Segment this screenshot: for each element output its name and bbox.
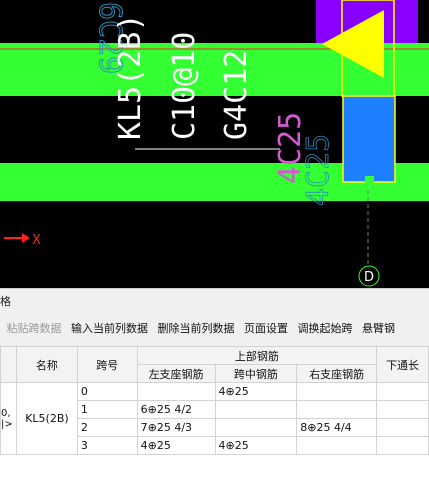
left-support-cell[interactable] bbox=[136, 382, 216, 401]
table-toolbar: 据 粘贴跨数据 输入当前列数据 删除当前列数据 页面设置 调换起始跨 悬臂钢 bbox=[0, 316, 401, 342]
bottom-through-cell[interactable] bbox=[376, 382, 429, 401]
span-cell[interactable]: 2 bbox=[76, 418, 138, 437]
left-support-cell[interactable]: 7⊕25 4/3 bbox=[136, 418, 216, 437]
delete-column-data-button[interactable]: 删除当前列数据 bbox=[158, 316, 235, 342]
grip-point[interactable] bbox=[365, 176, 374, 185]
page-setup-button[interactable]: 页面设置 bbox=[244, 316, 288, 342]
mid-span-cell[interactable]: 4⊕25 bbox=[214, 436, 298, 455]
right-support-cell[interactable] bbox=[296, 436, 378, 455]
mid-span-cell[interactable] bbox=[214, 418, 298, 437]
cad-drawing-canvas[interactable]: 6C29 KL5(2B) C10@10 G4C12 4C25 4C25 X D bbox=[0, 0, 429, 288]
mid-span-cell[interactable]: 4⊕25 bbox=[214, 382, 298, 401]
stirrup-annotation[interactable]: C10@10 bbox=[167, 32, 202, 140]
col-header-name[interactable]: 名称 bbox=[15, 346, 78, 383]
row-header-fragment: 0, |> bbox=[0, 382, 17, 455]
right-support-cell[interactable] bbox=[296, 400, 378, 419]
axis-x-arrow-icon bbox=[22, 233, 30, 243]
beam-name-cell[interactable]: KL5(2B) bbox=[15, 382, 78, 455]
rebar-table: 名称 跨号 上部钢筋 下通长 左支座钢筋 跨中钢筋 右支座钢筋 0, |> KL… bbox=[0, 346, 429, 455]
left-support-cell[interactable]: 4⊕25 bbox=[136, 436, 216, 455]
ghost-rebar-annotation: 4C25 bbox=[301, 134, 336, 206]
mid-span-cell[interactable] bbox=[214, 400, 298, 419]
cad-drawing-svg[interactable]: 6C29 KL5(2B) C10@10 G4C12 4C25 4C25 X D bbox=[0, 0, 429, 288]
cantilever-rebar-button[interactable]: 悬臂钢 bbox=[362, 316, 395, 342]
col-header-left-support[interactable]: 左支座钢筋 bbox=[136, 364, 216, 383]
rebar-column-blue bbox=[342, 95, 396, 183]
bottom-through-cell[interactable] bbox=[376, 400, 429, 419]
rebar-grid: 名称 跨号 上部钢筋 下通长 左支座钢筋 跨中钢筋 右支座钢筋 0, |> KL… bbox=[0, 346, 429, 495]
bottom-through-cell[interactable] bbox=[376, 436, 429, 455]
span-cell[interactable]: 0 bbox=[76, 382, 138, 401]
side-rebar-annotation[interactable]: G4C12 bbox=[219, 50, 254, 140]
col-header-mid-span[interactable]: 跨中钢筋 bbox=[214, 364, 298, 383]
right-support-cell[interactable] bbox=[296, 382, 378, 401]
col-header-span[interactable]: 跨号 bbox=[76, 346, 138, 383]
col-header-bottom-through[interactable]: 下通长 bbox=[376, 346, 429, 383]
input-column-data-button[interactable]: 输入当前列数据 bbox=[71, 316, 148, 342]
axis-x-label: X bbox=[32, 233, 41, 248]
left-support-cell[interactable]: 6⊕25 4/2 bbox=[136, 400, 216, 419]
col-header-top-rebar-group[interactable]: 上部钢筋 bbox=[136, 346, 378, 365]
span-cell[interactable]: 1 bbox=[76, 400, 138, 419]
row-header-corner bbox=[0, 346, 17, 383]
panel-title: 格 bbox=[0, 295, 11, 308]
beam-name-annotation[interactable]: KL5(2B) bbox=[113, 14, 148, 140]
col-header-right-support[interactable]: 右支座钢筋 bbox=[296, 364, 378, 383]
rebar-table-panel: 格 据 粘贴跨数据 输入当前列数据 删除当前列数据 页面设置 调换起始跨 悬臂钢… bbox=[0, 288, 429, 495]
swap-start-span-button[interactable]: 调换起始跨 bbox=[298, 316, 353, 342]
bottom-through-cell[interactable] bbox=[376, 418, 429, 437]
grid-marker-label: D bbox=[364, 270, 374, 285]
right-support-cell[interactable]: 8⊕25 4/4 bbox=[296, 418, 378, 437]
table-row[interactable]: 0, |> KL5(2B) 0 4⊕25 bbox=[0, 382, 429, 455]
span-cell[interactable]: 3 bbox=[76, 436, 138, 455]
paste-span-data-button[interactable]: 粘贴跨数据 bbox=[7, 316, 62, 342]
